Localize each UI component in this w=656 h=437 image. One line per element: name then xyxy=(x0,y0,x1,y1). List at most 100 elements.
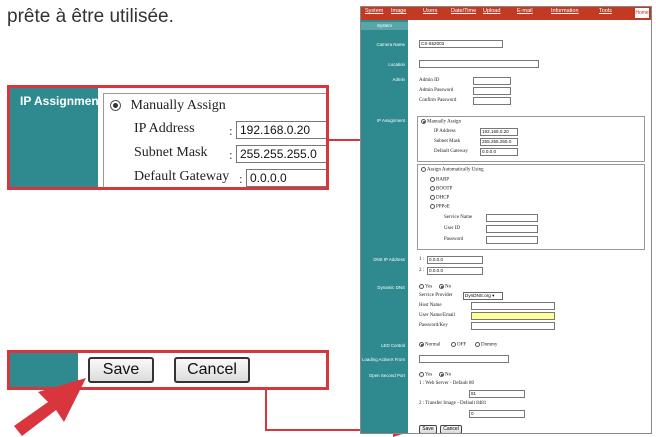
password-label: Password xyxy=(444,237,464,242)
nav-tools[interactable]: Tools xyxy=(599,8,612,14)
ddns-yes-label: Yes xyxy=(425,284,433,290)
port-yes-option[interactable]: Yes xyxy=(419,372,432,378)
cancel-button-large[interactable]: Cancel xyxy=(174,357,250,383)
user-id-input[interactable] xyxy=(486,225,538,233)
led-off-radio[interactable] xyxy=(451,342,456,347)
host-name-label: Host Name xyxy=(419,303,442,308)
user-name-input[interactable] xyxy=(471,312,555,320)
ddns-yes-option[interactable]: Yes xyxy=(419,284,432,290)
auto-assign-radio[interactable] xyxy=(421,167,426,172)
ip-assignment-label: IP Assignment xyxy=(20,94,103,108)
led-dummy-option[interactable]: Dummy xyxy=(475,342,497,348)
pppoe-radio[interactable] xyxy=(430,204,435,209)
subnet-mask-field[interactable]: 255.255.255.0 xyxy=(236,145,326,163)
manual-assign-option[interactable]: Manually Assign xyxy=(421,119,461,125)
ip-assignment-panel: Manually Assign IP Address : 192.168.0.2… xyxy=(103,93,326,187)
admin-id-label: Admin ID xyxy=(419,78,440,83)
web-server-port-input[interactable]: 81 xyxy=(469,390,525,398)
user-name-label: User Name/Email xyxy=(419,313,455,318)
nav-datetime[interactable]: Date/Time xyxy=(451,8,476,14)
intro-text: prête à être utilisée. xyxy=(7,6,174,27)
big-arrow-icon xyxy=(14,378,86,436)
port-no-label: No xyxy=(445,372,452,378)
pppoe-option[interactable]: PPPoE xyxy=(430,204,450,210)
nav-email[interactable]: E-mail xyxy=(517,8,533,14)
nav-users[interactable]: Users xyxy=(423,8,437,14)
colon: : xyxy=(229,123,233,138)
admin-id-input[interactable] xyxy=(473,77,511,85)
ddns-yes-radio[interactable] xyxy=(419,284,424,289)
dhcp-radio[interactable] xyxy=(430,195,435,200)
nav-image[interactable]: Image xyxy=(391,8,406,14)
location-input[interactable] xyxy=(419,60,539,68)
port-no-radio[interactable] xyxy=(439,372,444,377)
ip-assignment-zoom: IP Assignment Manually Assign IP Address… xyxy=(7,85,329,190)
subnet-mask-input[interactable]: 255.255.255.0 xyxy=(480,138,518,146)
ip-assignment-label: IP Assignment xyxy=(377,118,405,123)
default-gateway-input[interactable]: 0.0.0.0 xyxy=(480,148,518,156)
password-key-label: Password/Key xyxy=(419,323,448,328)
dns2-input[interactable]: 0.0.0.0 xyxy=(427,267,483,275)
manual-assign-box: Manually Assign IP Address 192.168.0.20 … xyxy=(417,116,645,162)
confirm-password-input[interactable] xyxy=(473,97,511,105)
pppoe-label: PPPoE xyxy=(436,204,450,210)
transfer-image-port-input[interactable]: 0 xyxy=(469,410,525,418)
dns-label: DNS IP Address xyxy=(373,257,405,262)
default-gateway-field[interactable]: 0.0.0.0 xyxy=(246,169,326,187)
manual-assign-option[interactable]: Manually Assign xyxy=(110,98,226,114)
manual-assign-label: Manually Assign xyxy=(427,119,462,125)
dhcp-label: DHCP xyxy=(436,195,450,201)
service-provider-value: DynDNS.org xyxy=(465,293,491,298)
password-input[interactable] xyxy=(486,236,538,244)
loading-activex-input[interactable] xyxy=(419,355,509,363)
save-button-large[interactable]: Save xyxy=(88,357,154,383)
port-no-option[interactable]: No xyxy=(439,372,451,378)
bootp-option[interactable]: BOOTP xyxy=(430,186,452,192)
host-name-input[interactable] xyxy=(471,302,555,310)
pointer-line-vertical xyxy=(265,390,267,431)
dns1-input[interactable]: 0.0.0.0 xyxy=(427,256,483,264)
subnet-mask-label: Subnet Mask xyxy=(434,139,461,144)
service-provider-select[interactable]: DynDNS.org ▾ xyxy=(463,292,503,300)
port-yes-radio[interactable] xyxy=(419,372,424,377)
led-normal-radio[interactable] xyxy=(419,342,424,347)
tab-system[interactable]: System xyxy=(361,22,408,30)
led-dummy-radio[interactable] xyxy=(475,342,480,347)
auto-assign-option[interactable]: Assign Automatically Using xyxy=(421,167,484,173)
manual-assign-radio[interactable] xyxy=(110,100,121,112)
led-off-option[interactable]: OFF xyxy=(451,342,466,348)
cancel-button[interactable]: Cancel xyxy=(440,425,462,433)
save-button[interactable]: Save xyxy=(419,425,437,433)
dns2-prefix: 2 : xyxy=(419,268,425,273)
nav-system[interactable]: System xyxy=(365,8,383,14)
led-normal-option[interactable]: Normal xyxy=(419,342,440,348)
bootp-radio[interactable] xyxy=(430,186,435,191)
ddns-no-option[interactable]: No xyxy=(439,284,451,290)
camera-name-label: Camera Name xyxy=(376,42,405,47)
transfer-image-label: 2 : Transfer Image - Default 8481 xyxy=(419,401,487,406)
ip-address-input[interactable]: 192.168.0.20 xyxy=(480,128,518,136)
manual-assign-label: Manually Assign xyxy=(130,98,226,113)
screen-sidebar xyxy=(361,20,408,433)
nav-home[interactable]: Home xyxy=(635,8,649,18)
ddns-no-radio[interactable] xyxy=(439,284,444,289)
nav-upload[interactable]: Upload xyxy=(483,8,500,14)
service-name-input[interactable] xyxy=(486,214,538,222)
default-gateway-label: Default Gateway xyxy=(134,169,230,184)
led-normal-label: Normal xyxy=(425,342,441,348)
default-gateway-label: Default Gateway xyxy=(434,149,469,154)
ddns-no-label: No xyxy=(445,284,452,290)
ip-address-field[interactable]: 192.168.0.20 xyxy=(236,121,326,139)
admin-password-label: Admin Password xyxy=(419,88,454,93)
manual-assign-radio[interactable] xyxy=(421,119,426,124)
led-dummy-label: Dummy xyxy=(481,342,498,348)
password-key-input[interactable] xyxy=(471,322,555,330)
nav-information[interactable]: Information xyxy=(551,8,579,14)
dhcp-option[interactable]: DHCP xyxy=(430,195,449,201)
rarp-radio[interactable] xyxy=(430,177,435,182)
rarp-option[interactable]: RARP xyxy=(430,177,449,183)
camera-config-screenshot: System Image Users Date/Time Upload E-ma… xyxy=(360,6,652,434)
chevron-down-icon: ▾ xyxy=(492,293,495,298)
admin-password-input[interactable] xyxy=(473,87,511,95)
camera-name-input[interactable]: CS-552003 xyxy=(419,40,503,48)
